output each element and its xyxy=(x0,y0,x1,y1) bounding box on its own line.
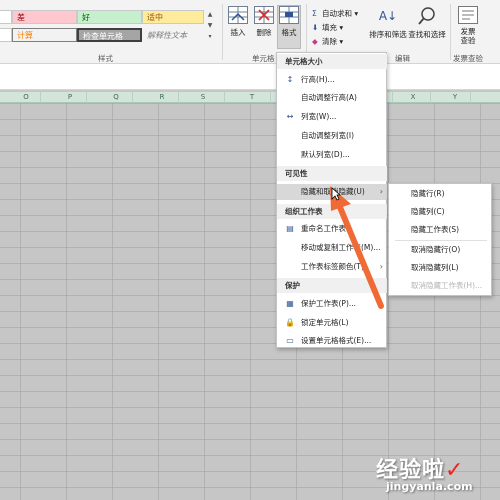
watermark-url: jingyanla.com xyxy=(386,480,473,493)
annotation-arrow xyxy=(330,186,384,309)
mouse-cursor-icon xyxy=(331,187,341,201)
